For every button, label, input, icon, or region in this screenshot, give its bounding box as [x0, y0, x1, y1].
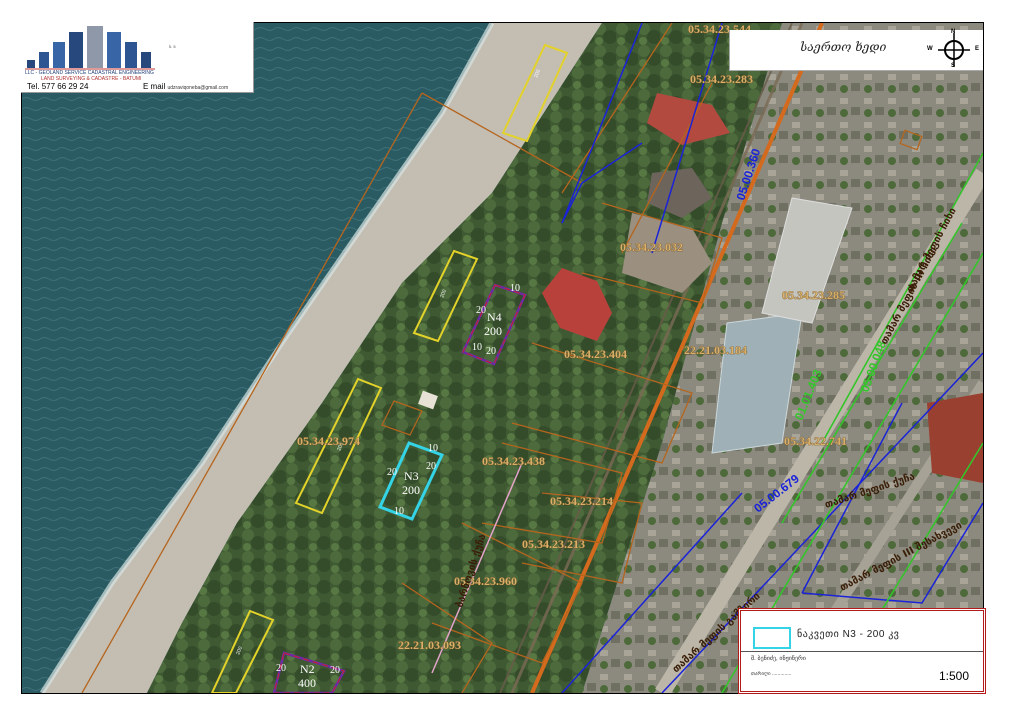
plot-n4-area: 200: [484, 324, 502, 338]
parcel-label-184: 22.21.03.184: [684, 343, 747, 357]
overview-compass-box: საერთო ხედი N S E W: [729, 29, 983, 71]
parcel-label-093: 22.21.03.093: [398, 638, 461, 652]
email-value[interactable]: udzraviqoneba@gmail.com: [167, 85, 228, 91]
parcel-label-974: 05.34.23.974: [297, 434, 360, 448]
parcel-label-032: 05.34.23.032: [620, 240, 683, 254]
plot-n3-dim-left: 20: [387, 467, 397, 478]
parcel-label-285: 05.34.23.285: [782, 288, 845, 302]
legend-date: თარიღი ..............: [751, 671, 792, 677]
plot-n2-name: N2: [300, 662, 315, 676]
legend-divider: [741, 651, 983, 652]
compass-w: W: [927, 46, 933, 52]
plot-n3-dim-bottom: 10: [394, 506, 404, 517]
plot-n3-dim-top: 10: [428, 443, 438, 454]
map-frame: 200 200 200 200 N4 200 10 20 10 20 N3 20…: [21, 22, 984, 694]
parcel-label-283: 05.34.23.283: [690, 72, 753, 86]
parcel-label-213: 05.34.23.213: [522, 537, 585, 551]
plot-n2-dim-right: 20: [330, 665, 340, 676]
plot-n4-dim-right: 20: [486, 346, 496, 357]
plot-n2-dim-left: 20: [276, 663, 286, 674]
header-logo-box: ს. 5 LLC - GEOLAND SERVICE CADASTRAL ENG…: [21, 22, 254, 93]
legend-swatch-n3: [753, 627, 791, 649]
email-label: E mail: [143, 82, 166, 91]
legend-item-label: ნაკვეთი N3 - 200 კვ: [797, 629, 900, 640]
map-canvas[interactable]: 200 200 200 200 N4 200 10 20 10 20 N3 20…: [22, 23, 983, 693]
phone: Tel. 577 66 29 24: [27, 82, 88, 91]
plot-n2-area: 400: [298, 676, 316, 690]
plot-n4-dim-top: 10: [510, 283, 520, 294]
compass-s: S: [951, 63, 956, 69]
parcel-label-404: 05.34.23.404: [564, 347, 627, 361]
parcel-label-438: 05.34.23.438: [482, 454, 545, 468]
building-red-roof-3: [927, 393, 983, 483]
plot-n3-area: 200: [402, 483, 420, 497]
plot-n4-dim-left: 20: [476, 305, 486, 316]
company-logo-icon: [25, 26, 155, 70]
compass-e: E: [975, 46, 980, 52]
plot-n3-name: N3: [404, 469, 419, 483]
plot-n3-dim-right: 20: [426, 461, 436, 472]
phone-value[interactable]: 577 66 29 24: [42, 82, 89, 91]
plot-n4-name: N4: [487, 310, 502, 324]
phone-label: Tel.: [27, 82, 40, 91]
email: E mail udzraviqoneba@gmail.com: [143, 82, 228, 91]
compass-n: N: [951, 29, 956, 35]
legend-scale: 1:500: [938, 669, 969, 683]
plot-n4-dim-bottom: 10: [472, 342, 482, 353]
overview-title: საერთო ხედი: [800, 40, 887, 54]
parcel-label-214: 05.34.23.214: [550, 494, 613, 508]
parcel-label-741: 05.34.22.741: [784, 434, 847, 448]
legend-box: ნაკვეთი N3 - 200 კვ მ. ბენიძე, ინჟინერი …: [738, 608, 986, 694]
legend-author: მ. ბენიძე, ინჟინერი: [751, 656, 806, 662]
logo-small-text: ს. 5: [169, 44, 176, 49]
